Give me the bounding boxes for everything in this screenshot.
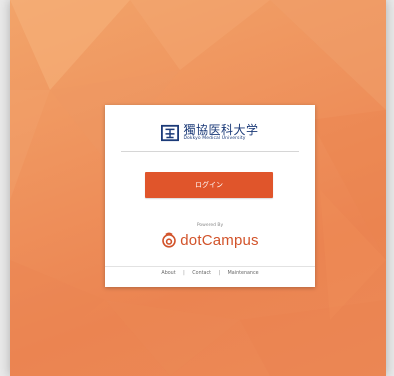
dotcampus-logo-icon	[162, 232, 177, 248]
brand-prefix: dot	[180, 231, 202, 249]
background: 獨協医科大学 Dokkyo Medical University ログイン Po…	[10, 0, 386, 376]
maintenance-link[interactable]: Maintenance	[228, 271, 259, 276]
footer-separator: |	[218, 271, 221, 276]
contact-link[interactable]: Contact	[192, 271, 211, 276]
login-button[interactable]: ログイン	[145, 172, 273, 198]
university-logo: 獨協医科大学 Dokkyo Medical University	[105, 121, 315, 145]
footer-separator: |	[183, 271, 185, 276]
footer-links: About | Contact | Maintenance	[105, 271, 315, 276]
dokkyo-logo-icon	[161, 124, 180, 142]
about-link[interactable]: About	[161, 271, 175, 276]
brand-suffix: Campus	[201, 231, 259, 249]
dotcampus-logo: dotCampus	[105, 229, 315, 251]
university-name-en: Dokkyo Medical University	[183, 136, 246, 142]
divider	[121, 151, 299, 152]
screen-frame: 獨協医科大学 Dokkyo Medical University ログイン Po…	[0, 0, 394, 376]
university-name-jp: 獨協医科大学	[183, 123, 259, 138]
footer-divider	[105, 266, 315, 267]
login-card: 獨協医科大学 Dokkyo Medical University ログイン Po…	[105, 105, 315, 287]
powered-by-label: Powered By	[196, 223, 224, 228]
